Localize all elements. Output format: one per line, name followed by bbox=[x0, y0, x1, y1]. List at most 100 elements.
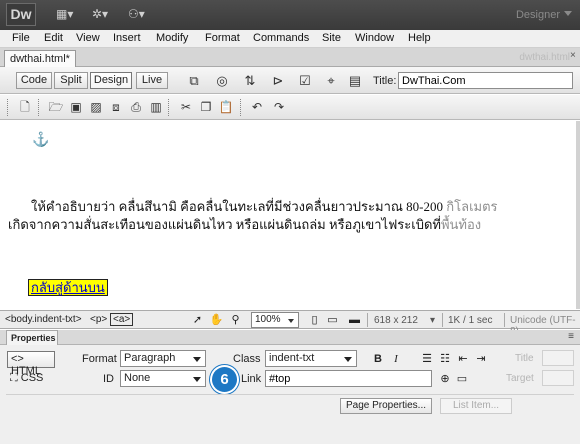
file-management-icon[interactable]: ⇅ bbox=[240, 72, 260, 89]
close-icon[interactable]: × bbox=[570, 50, 578, 63]
menu-site[interactable]: Site bbox=[322, 32, 341, 44]
menu-file[interactable]: File bbox=[12, 32, 30, 44]
copy-icon[interactable]: ❐ bbox=[197, 99, 215, 116]
named-anchor-icon[interactable]: ⚓ bbox=[32, 131, 49, 148]
menu-format[interactable]: Format bbox=[205, 32, 240, 44]
desktop-size-icon[interactable]: ▬ bbox=[347, 313, 362, 327]
menu-window[interactable]: Window bbox=[355, 32, 394, 44]
point-to-file-icon[interactable]: ⊕ bbox=[438, 372, 452, 386]
multiscreen-icon[interactable]: ⧉ bbox=[184, 72, 204, 89]
panel-menu-icon[interactable]: ≡ bbox=[568, 331, 574, 342]
menu-help[interactable]: Help bbox=[408, 32, 431, 44]
toolbar-divider bbox=[38, 99, 40, 116]
outdent-icon[interactable]: ⇤ bbox=[456, 352, 470, 366]
title-input[interactable] bbox=[398, 72, 573, 89]
code-view-button[interactable]: Code bbox=[16, 72, 52, 89]
tag-selector-bar: <body.indent-txt> <p> <a> ➚ ✋ ⚲ 100% ▯ ▭… bbox=[0, 310, 580, 337]
page-properties-button[interactable]: Page Properties... bbox=[340, 398, 432, 414]
standard-toolbar: 🗋 🗁 ▣ ▨ ⧈ ⎙ ▥ ✂ ❐ 📋 ↶ ↷ bbox=[0, 95, 580, 120]
tag-a-selected[interactable]: <a> bbox=[110, 313, 134, 326]
layout-icon[interactable]: ▦▾ bbox=[56, 7, 73, 21]
paragraph-text-tail: พื้นท้อง bbox=[440, 217, 482, 232]
cut-icon[interactable]: ✂ bbox=[177, 99, 195, 116]
ordered-list-icon[interactable]: ☷ bbox=[438, 352, 452, 366]
indent-icon[interactable]: ⇥ bbox=[474, 352, 488, 366]
dropdown-arrow-icon[interactable]: ▾ bbox=[430, 315, 435, 326]
status-divider bbox=[367, 313, 368, 327]
format-select[interactable]: Paragraph bbox=[120, 350, 206, 367]
design-view-button[interactable]: Design bbox=[90, 72, 132, 89]
vertical-scrollbar[interactable] bbox=[576, 121, 580, 309]
new-document-icon[interactable]: 🗋 bbox=[16, 99, 34, 116]
workspace-switcher[interactable]: Designer bbox=[516, 9, 560, 21]
status-divider bbox=[504, 313, 505, 327]
bold-icon[interactable]: B bbox=[371, 352, 385, 366]
properties-tab[interactable]: Properties bbox=[6, 330, 58, 345]
properties-panel-header: Properties ≡ bbox=[0, 330, 580, 345]
save-all-icon[interactable]: ⧈ bbox=[107, 99, 125, 116]
menu-edit[interactable]: Edit bbox=[44, 32, 63, 44]
chevron-down-icon[interactable] bbox=[564, 11, 572, 16]
gear-icon[interactable]: ✲▾ bbox=[92, 7, 108, 21]
link-input[interactable] bbox=[265, 370, 432, 387]
bridge-icon[interactable]: ▣ bbox=[67, 99, 85, 116]
split-view-button[interactable]: Split bbox=[54, 72, 88, 89]
tablet-size-icon[interactable]: ▭ bbox=[325, 313, 340, 327]
paragraph-text-tail: กิโลเมตร bbox=[446, 199, 498, 214]
phone-size-icon[interactable]: ▯ bbox=[307, 313, 322, 327]
class-value: indent-txt bbox=[269, 352, 315, 364]
tag-body[interactable]: <body.indent-txt> bbox=[5, 314, 82, 325]
back-to-top-link[interactable]: กลับสู่ด้านบน bbox=[28, 279, 108, 296]
italic-icon[interactable]: I bbox=[389, 352, 403, 366]
toolbar-grip[interactable] bbox=[7, 99, 9, 116]
zoom-select[interactable]: 100% bbox=[251, 312, 299, 328]
id-label: ID bbox=[103, 373, 114, 385]
visual-aids-icon[interactable]: ⌖ bbox=[321, 72, 341, 89]
class-select[interactable]: indent-txt bbox=[265, 350, 357, 367]
document-tab[interactable]: dwthai.html* bbox=[4, 50, 76, 67]
menu-view[interactable]: View bbox=[76, 32, 100, 44]
hand-tool-icon[interactable]: ✋ bbox=[209, 313, 224, 327]
refresh-icon[interactable]: ▤ bbox=[345, 72, 365, 89]
id-select[interactable]: None bbox=[120, 370, 206, 387]
paragraph-text: เกิดจากความสั่นสะเทือนของแผ่นดินไหว หรือ… bbox=[8, 217, 441, 232]
link-label: Link bbox=[241, 373, 262, 385]
id-value: None bbox=[124, 372, 151, 384]
title-label: Title bbox=[515, 353, 534, 364]
chevron-down-icon bbox=[193, 357, 201, 362]
menu-modify[interactable]: Modify bbox=[156, 32, 188, 44]
select-tool-icon[interactable]: ➚ bbox=[190, 313, 205, 327]
unordered-list-icon[interactable]: ☰ bbox=[420, 352, 434, 366]
zoom-tool-icon[interactable]: ⚲ bbox=[228, 313, 243, 327]
save-icon[interactable]: ▨ bbox=[87, 99, 105, 116]
print-icon[interactable]: ⎙ bbox=[127, 99, 145, 116]
site-icon[interactable]: ⚇▾ bbox=[128, 7, 145, 21]
menu-insert[interactable]: Insert bbox=[113, 32, 141, 44]
inspect-icon[interactable]: ⊳ bbox=[268, 72, 288, 89]
document-path: dwthai.html bbox=[519, 52, 570, 63]
html-mode-button[interactable]: <> HTML bbox=[7, 351, 55, 377]
paste-icon[interactable]: 📋 bbox=[217, 99, 235, 116]
live-view-button[interactable]: Live bbox=[136, 72, 168, 89]
class-label: Class bbox=[233, 353, 261, 365]
print-code-icon[interactable]: ▥ bbox=[147, 99, 165, 116]
html-code-icon: <> bbox=[11, 353, 24, 365]
redo-icon[interactable]: ↷ bbox=[270, 99, 288, 116]
chevron-down-icon bbox=[193, 377, 201, 382]
paragraph-line-2[interactable]: เกิดจากความสั่นสะเทือนของแผ่นดินไหว หรือ… bbox=[8, 214, 481, 235]
download-speed: 1K / 1 sec bbox=[448, 315, 493, 326]
status-divider bbox=[442, 313, 443, 327]
validate-icon[interactable]: ☑ bbox=[295, 72, 315, 89]
open-icon[interactable]: 🗁 bbox=[47, 99, 65, 116]
menu-bar: File Edit View Insert Modify Format Comm… bbox=[0, 30, 580, 48]
undo-icon[interactable]: ↶ bbox=[248, 99, 266, 116]
css-mode-button[interactable]: ⛶ CSS bbox=[7, 371, 55, 388]
preview-browser-icon[interactable]: ◎ bbox=[212, 72, 232, 89]
window-size[interactable]: 618 x 212 bbox=[374, 315, 418, 326]
properties-divider bbox=[6, 394, 574, 395]
properties-panel: <> HTML ⛶ CSS Format Paragraph Class ind… bbox=[0, 345, 580, 444]
browse-folder-icon[interactable]: ▭ bbox=[455, 372, 469, 386]
tag-p[interactable]: <p> bbox=[90, 314, 107, 325]
menu-commands[interactable]: Commands bbox=[253, 32, 309, 44]
format-label: Format bbox=[82, 353, 117, 365]
